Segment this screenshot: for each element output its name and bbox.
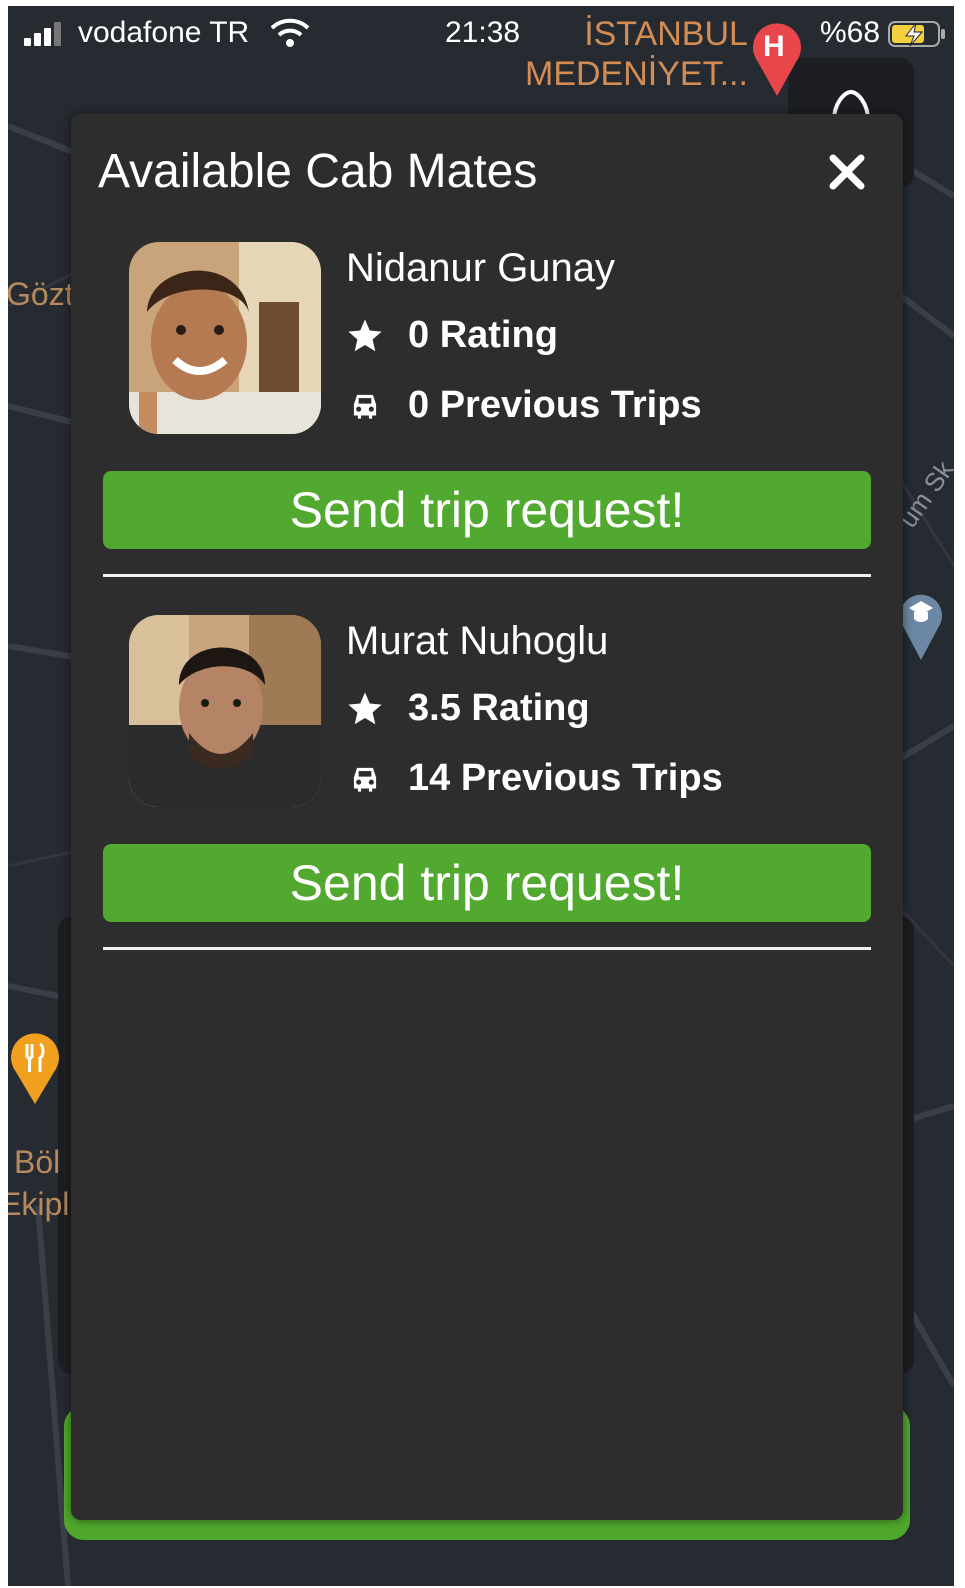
battery-charging-icon [888, 21, 945, 47]
mate-rating: 0 Rating [346, 314, 558, 357]
divider [103, 574, 871, 577]
car-icon [353, 767, 377, 792]
wifi-icon [270, 18, 310, 47]
restaurant-pin-icon[interactable] [8, 1026, 62, 1106]
rating-text: 0 Rating [408, 314, 558, 356]
modal-title: Available Cab Mates [98, 145, 538, 198]
location-line-1: İSTANBUL [584, 15, 748, 53]
cab-mates-modal: Available Cab Mates Nidanur Gunay 0 Rati… [71, 114, 903, 1520]
map-label-gozt: Gözt [8, 276, 74, 312]
mate-name: Murat Nuhoglu [346, 619, 609, 663]
avatar [129, 242, 321, 434]
mate-name: Nidanur Gunay [346, 246, 616, 290]
mate-trips: 0 Previous Trips [346, 384, 702, 427]
cab-mate-card: Nidanur Gunay 0 Rating 0 Previous Trips … [103, 242, 873, 582]
mate-rating: 3.5 Rating [346, 687, 590, 730]
avatar [129, 615, 321, 807]
divider [103, 947, 871, 950]
signal-icon [24, 22, 68, 46]
star-icon [348, 318, 382, 351]
close-icon[interactable] [827, 152, 867, 192]
map-label-ekipl: Ekipl [8, 1186, 70, 1222]
location-line-2: MEDENİYET... [525, 55, 748, 93]
school-pin-icon[interactable] [898, 586, 944, 662]
map-label-bol: Böl [14, 1144, 61, 1180]
trips-text: 0 Previous Trips [408, 384, 702, 426]
status-bar: vodafone TR 21:38 İSTANBUL MEDENİYET... … [8, 6, 954, 93]
trips-text: 14 Previous Trips [408, 757, 723, 799]
map-location-label: İSTANBUL MEDENİYET... [525, 14, 748, 94]
star-icon [348, 691, 382, 724]
car-icon [353, 394, 377, 419]
mate-trips: 14 Previous Trips [346, 757, 723, 800]
send-trip-request-button[interactable]: Send trip request! [103, 844, 871, 922]
carrier-name: vodafone TR [78, 16, 250, 49]
send-trip-request-button[interactable]: Send trip request! [103, 471, 871, 549]
battery-percent: %68 [820, 16, 881, 49]
clock: 21:38 [445, 16, 521, 49]
cab-mate-card: Murat Nuhoglu 3.5 Rating 14 Previous Tri… [103, 615, 873, 955]
phone-screen: H Gözt Böl Ekipl um Sk. vodafone TR 21:3… [8, 6, 954, 1586]
rating-text: 3.5 Rating [408, 687, 590, 729]
